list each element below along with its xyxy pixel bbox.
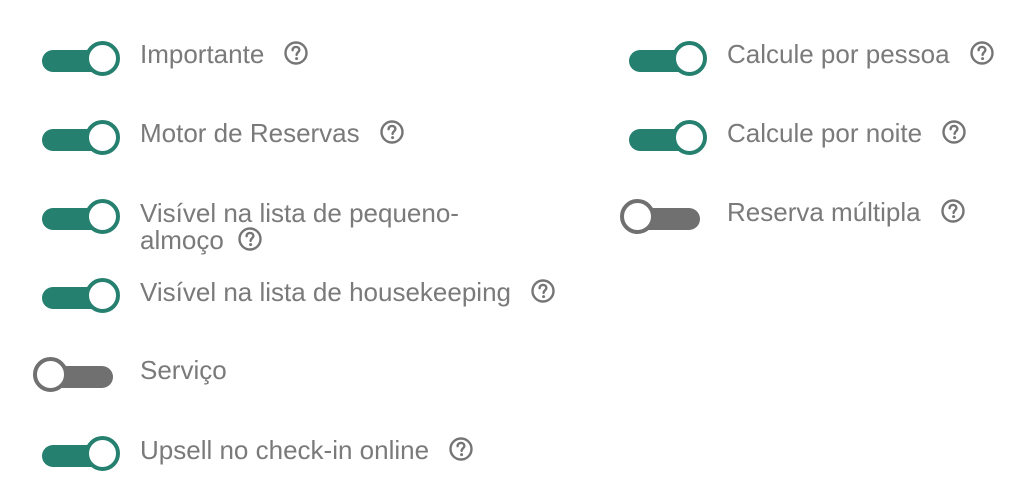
toggle-calcule-por-pessoa[interactable] [627, 41, 709, 81]
label-importante: Importante [140, 41, 308, 68]
toggle-knob [85, 41, 120, 76]
toggle-calcule-por-noite[interactable] [627, 120, 709, 160]
label-text: Motor de Reservas [140, 118, 360, 148]
toggle-knob [85, 278, 120, 313]
label-calcule-por-pessoa: Calcule por pessoa [727, 41, 994, 68]
label-servico: Serviço [140, 357, 227, 383]
label-motor-de-reservas: Motor de Reservas [140, 120, 404, 147]
toggle-servico[interactable] [33, 357, 115, 397]
label-text: Serviço [140, 355, 227, 385]
help-icon[interactable] [969, 41, 994, 65]
toggle-upsell-checkin-online[interactable] [40, 436, 122, 476]
toggle-reserva-multipla[interactable] [620, 199, 702, 239]
label-text: Upsell no check-in online [140, 435, 430, 465]
label-text-line-2: almoço [140, 225, 224, 255]
toggle-visivel-pequeno-almoco[interactable] [40, 199, 122, 239]
toggle-visivel-housekeeping[interactable] [40, 278, 122, 318]
toggle-knob [620, 199, 655, 234]
label-text: Reserva múltipla [727, 197, 921, 227]
label-upsell-checkin-online: Upsell no check-in online [140, 437, 473, 464]
help-icon[interactable] [238, 227, 262, 251]
toggle-motor-de-reservas[interactable] [40, 120, 122, 160]
label-text: Importante [140, 39, 265, 69]
label-visivel-housekeeping: Visível na lista de housekeeping [140, 279, 555, 306]
toggle-knob [85, 436, 120, 471]
help-icon[interactable] [940, 199, 965, 223]
help-icon[interactable] [531, 279, 555, 303]
label-text: Calcule por noite [727, 118, 923, 148]
help-icon[interactable] [449, 437, 473, 461]
label-reserva-multipla: Reserva múltipla [727, 199, 965, 226]
label-text: Calcule por pessoa [727, 39, 950, 69]
toggle-knob [33, 357, 68, 392]
toggle-importante[interactable] [40, 41, 122, 81]
label-visivel-pequeno-almoco: Visível na lista de pequeno- almoço [140, 200, 459, 254]
toggle-knob [672, 41, 707, 76]
toggle-knob [672, 120, 707, 155]
label-text-line-1: Visível na lista de pequeno- [140, 198, 459, 228]
toggle-knob [85, 120, 120, 155]
help-icon[interactable] [942, 120, 966, 144]
label-text: Visível na lista de housekeeping [140, 277, 511, 307]
help-icon[interactable] [284, 41, 308, 65]
help-icon[interactable] [379, 120, 404, 144]
label-calcule-por-noite: Calcule por noite [727, 120, 966, 147]
toggle-knob [85, 199, 120, 234]
